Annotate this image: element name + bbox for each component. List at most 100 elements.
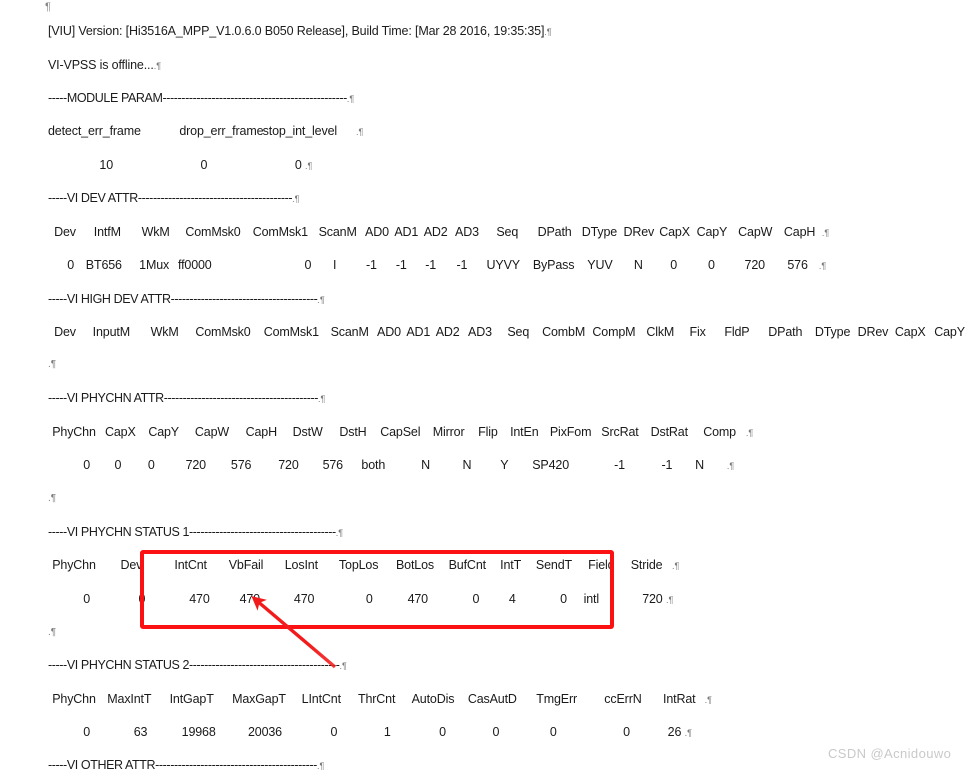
col-inputm: InputM — [92, 325, 130, 339]
col-pixfom: PixFom — [549, 425, 592, 439]
col-intgapt: IntGapT — [169, 692, 214, 706]
col-flip: Flip — [478, 425, 498, 439]
col-ad1: AD1 — [406, 325, 431, 339]
col-caph: CapH — [783, 225, 816, 239]
end-mark: .¶ — [818, 261, 827, 271]
paragraph-mark-top: ¶ — [45, 1, 51, 13]
col-wkm: WkM — [150, 325, 179, 339]
vi-phychn-attr-rule-text: -----VI PHYCHN ATTR---------------------… — [48, 391, 319, 405]
val-field: intl — [583, 592, 600, 606]
col-phychn: PhyChn — [52, 425, 96, 439]
col-dev: Dev — [54, 325, 76, 339]
col-dev: Dev — [54, 225, 76, 239]
col-phychn: PhyChn — [52, 558, 96, 572]
val-mirror: N — [421, 458, 431, 472]
val-commsk0: ff0000 — [177, 258, 212, 272]
vi-high-dev-attr-rule-text: -----VI HIGH DEV ATTR-------------------… — [48, 292, 318, 306]
blank-paragraph-1: .¶ — [48, 359, 57, 370]
col-seq: Seq — [496, 225, 519, 239]
col-capw: CapW — [194, 425, 230, 439]
end-mark: .¶ — [821, 228, 830, 238]
col-intrat: IntRat — [663, 692, 696, 706]
val-losint: 470 — [293, 592, 315, 606]
col-fldp: FldP — [724, 325, 750, 339]
val-thrcnt: 1 — [383, 725, 391, 739]
col-dsth: DstH — [339, 425, 367, 439]
val-dev: 0 — [138, 592, 146, 606]
val-dpath: ByPass — [532, 258, 575, 272]
col-field: Field — [588, 558, 615, 572]
col-maxintt: MaxIntT — [107, 692, 152, 706]
col-intcnt: IntCnt — [174, 558, 207, 572]
col-commsk1: ComMsk1 — [252, 225, 308, 239]
col-capy: CapY — [148, 425, 179, 439]
end-mark: .¶ — [346, 94, 355, 104]
end-mark: .¶ — [316, 761, 325, 771]
val-capy: 0 — [708, 258, 715, 272]
val-wkm: 1Mux — [139, 258, 170, 272]
vi-phychn-status-2-rule: -----VI PHYCHN STATUS 2-----------------… — [48, 658, 347, 673]
vi-phychn-status-1-rule: -----VI PHYCHN STATUS 1-----------------… — [48, 525, 343, 540]
col-intfm: IntfM — [93, 225, 121, 239]
col-mirror: Mirror — [432, 425, 465, 439]
col-intt: IntT — [500, 558, 522, 572]
col-capx: CapX — [104, 425, 136, 439]
val-seq: UYVY — [486, 258, 521, 272]
col-dtype: DType — [581, 225, 618, 239]
col-capsel: CapSel — [380, 425, 421, 439]
val-inten: Y — [500, 458, 509, 472]
blank-paragraph-2: .¶ — [48, 493, 57, 504]
col-commsk0: ComMsk0 — [195, 325, 251, 339]
col-ad2: AD2 — [435, 325, 460, 339]
col-dtype: DType — [814, 325, 851, 339]
val-intgapt: 19968 — [181, 725, 216, 739]
col-dev: Dev — [120, 558, 143, 572]
val-intcnt: 470 — [189, 592, 210, 606]
col-ad3: AD3 — [455, 225, 479, 239]
val-capsel: both — [361, 458, 386, 472]
val-comp: N — [695, 458, 705, 472]
vi-phychn-attr-value-row: 0 0 0 720 576 720 576 both N N Y SP420 -… — [50, 458, 734, 473]
col-capx: CapX — [894, 325, 926, 339]
vi-phychn-attr-rule: -----VI PHYCHN ATTR---------------------… — [48, 391, 325, 406]
val-phychn: 0 — [83, 592, 90, 606]
val-vbfail: 470 — [239, 592, 261, 606]
col-dpath: DPath — [768, 325, 803, 339]
col-drev: DRev — [857, 325, 889, 339]
val-capx: 0 — [114, 458, 122, 472]
val-capw: 720 — [744, 258, 766, 272]
end-mark: .¶ — [745, 428, 754, 438]
val-phychn: 0 — [83, 458, 90, 472]
col-lintcnt: LIntCnt — [301, 692, 341, 706]
col-stride: Stride — [630, 558, 663, 572]
vi-dev-attr-value-row: 0 BT656 1Mux ff0000 0 I -1 -1 -1 -1 UYVY… — [50, 258, 826, 273]
val-toplos: 0 — [365, 592, 373, 606]
end-mark: .¶ — [339, 661, 347, 671]
version-text: [VIU] Version: [Hi3516A_MPP_V1.0.6.0 B05… — [48, 24, 545, 38]
col-dstw: DstW — [292, 425, 323, 439]
offline-line: VI-VPSS is offline....¶ — [48, 58, 161, 73]
version-line: [VIU] Version: [Hi3516A_MPP_V1.0.6.0 B05… — [48, 24, 552, 39]
col-toplos: TopLos — [338, 558, 379, 572]
col-scanm: ScanM — [330, 325, 369, 339]
val-maxintt: 63 — [133, 725, 148, 739]
col-botlos: BotLos — [395, 558, 434, 572]
col-ad0: AD0 — [377, 325, 401, 339]
col-ccerrn: ccErrN — [604, 692, 642, 706]
val-pixfom: SP420 — [532, 458, 569, 472]
val-stride: 720 — [642, 592, 663, 606]
end-mark: .¶ — [671, 561, 680, 571]
val-bufcnt: 0 — [472, 592, 480, 606]
val-flip: N — [462, 458, 472, 472]
val-autodis: 0 — [439, 725, 446, 739]
end-mark: .¶ — [153, 61, 162, 71]
col-compm: CompM — [592, 325, 636, 339]
val-capy: 0 — [147, 458, 155, 472]
val-scanm: I — [332, 258, 337, 272]
col-capw: CapW — [738, 225, 773, 239]
col-clkm: ClkM — [646, 325, 675, 339]
val-dtype: YUV — [587, 258, 613, 272]
col-ad3: AD3 — [468, 325, 492, 339]
val-intt: 4 — [508, 592, 516, 606]
val-sendt: 0 — [560, 592, 567, 606]
